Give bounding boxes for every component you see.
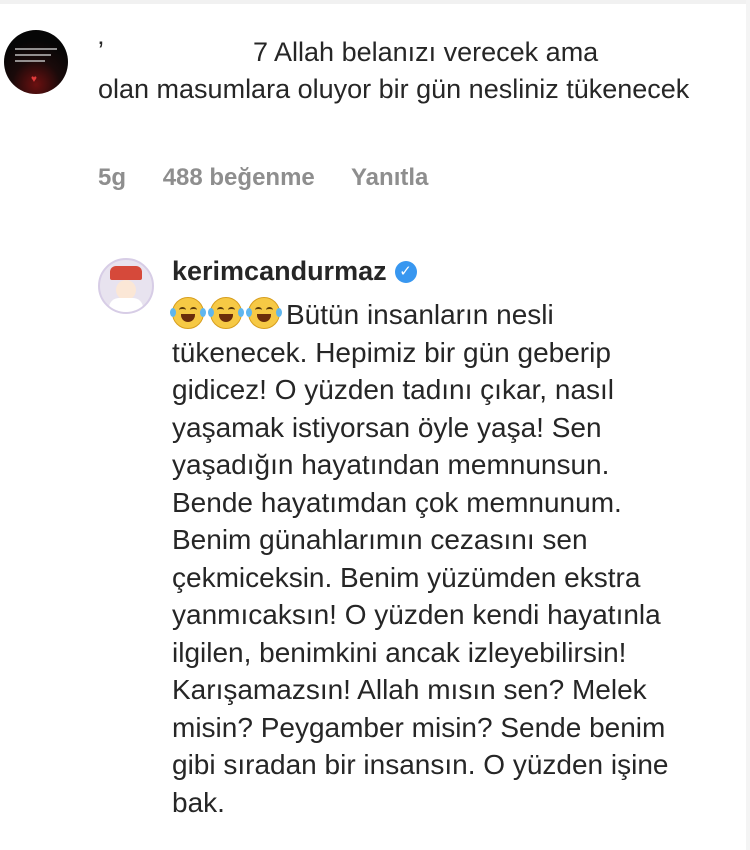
avatar-face bbox=[116, 280, 136, 300]
avatar-shirt bbox=[109, 298, 143, 312]
comment-time: 5g bbox=[98, 164, 127, 191]
username-redacted: ʼ bbox=[98, 37, 104, 67]
reply-button[interactable]: Yanıtla bbox=[351, 164, 428, 191]
reply-username[interactable]: kerimcandurmaz bbox=[172, 256, 387, 287]
avatar-hat bbox=[110, 266, 142, 280]
reply-username-row: kerimcandurmaz ✓ bbox=[172, 256, 417, 287]
reply-text: Bütün insanların nesli tükenecek. Hepimi… bbox=[170, 296, 692, 821]
reply-body: Bütün insanların nesli tükenecek. Hepimi… bbox=[172, 299, 669, 818]
verified-badge-icon: ✓ bbox=[394, 260, 417, 283]
reply-avatar[interactable] bbox=[98, 258, 154, 314]
face-with-tears-of-joy-icon bbox=[246, 297, 282, 329]
commenter-avatar[interactable]: ♥ bbox=[4, 30, 68, 94]
face-with-tears-of-joy-icon bbox=[208, 297, 244, 329]
avatar-text-line bbox=[15, 48, 57, 50]
face-with-tears-of-joy-icon bbox=[170, 297, 206, 329]
comment-text-rest: olan masumlara oluyor bir gün nesliniz t… bbox=[98, 74, 690, 104]
like-count[interactable]: 488 beğenme bbox=[163, 164, 315, 191]
comment-meta: 5g 488 beğenme Yanıtla bbox=[98, 164, 458, 192]
avatar-text-line bbox=[15, 60, 45, 62]
comment: ♥ ʼ 7 Allah belanızı verecek ama olan mas… bbox=[0, 0, 750, 215]
avatar-text-line bbox=[15, 54, 51, 56]
comment-text: ʼ 7 Allah belanızı verecek ama olan masum… bbox=[98, 34, 738, 108]
heart-icon: ♥ bbox=[31, 74, 37, 85]
comment-text-line1: 7 Allah belanızı verecek ama bbox=[253, 37, 599, 67]
